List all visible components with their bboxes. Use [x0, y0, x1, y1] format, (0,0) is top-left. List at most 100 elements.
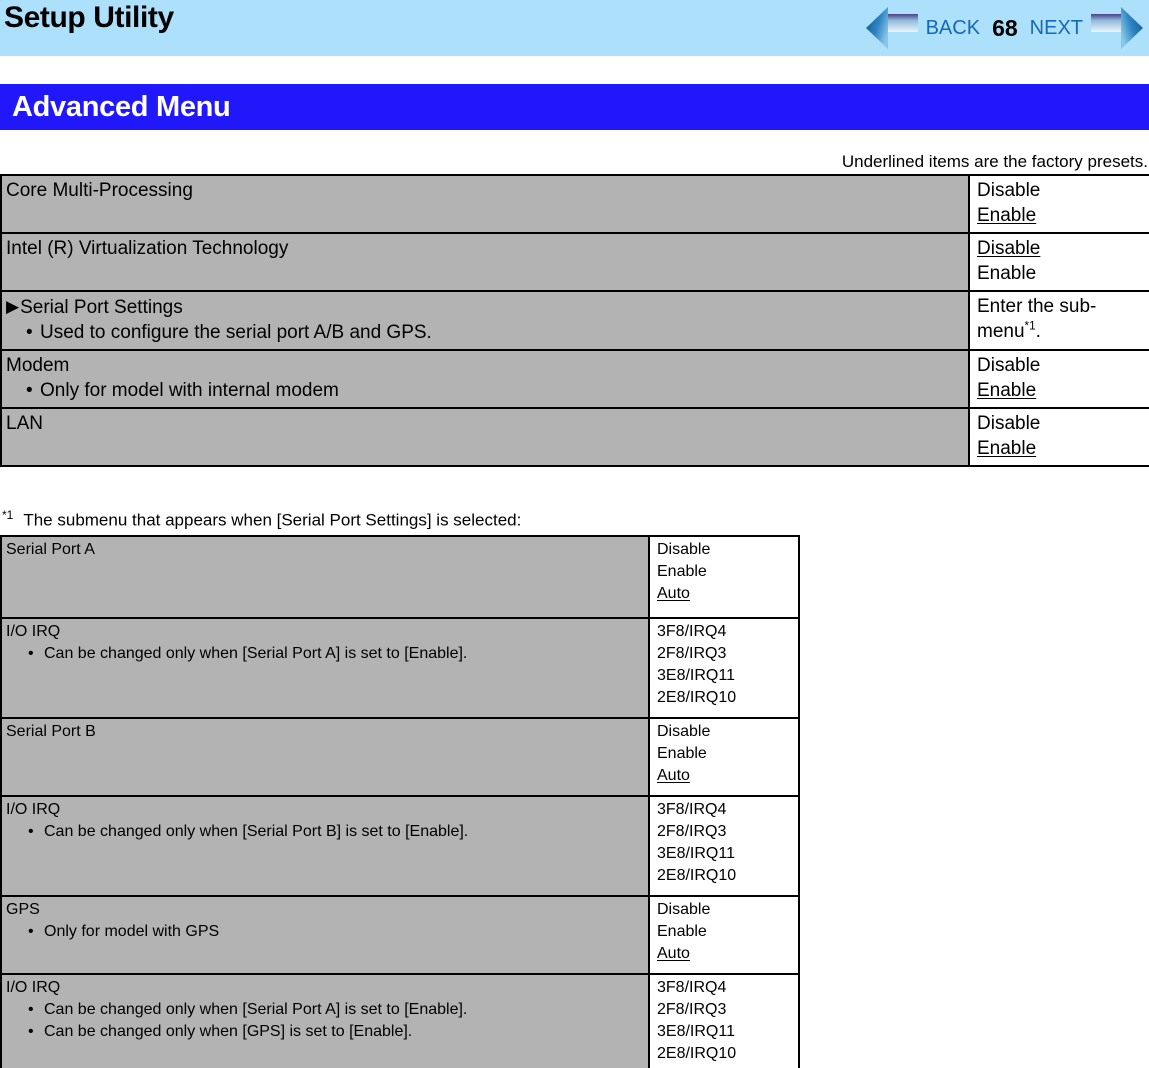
option-value[interactable]: 2E8/IRQ10 — [657, 687, 794, 709]
factory-preset-note: Underlined items are the factory presets… — [841, 152, 1148, 171]
page-navigation: BACK 68 NEXT — [864, 0, 1145, 56]
option-value[interactable]: 3E8/IRQ11 — [657, 1021, 794, 1043]
option-value[interactable]: 2F8/IRQ3 — [657, 643, 794, 665]
setting-name: Serial Port A — [6, 541, 95, 558]
setting-note-list: Only for model with GPS — [6, 921, 644, 943]
setting-note-list: Only for model with internal modem — [6, 378, 964, 403]
serial-port-submenu-table-body: Serial Port ADisableEnableAutoI/O IRQCan… — [0, 535, 800, 1068]
setting-note-item: Used to configure the serial port A/B an… — [6, 320, 964, 345]
section-title: Advanced Menu — [12, 90, 231, 123]
option-value-factory-preset[interactable]: Auto — [657, 583, 794, 605]
table-row: Intel (R) Virtualization Technology Disab… — [0, 232, 1149, 292]
option-value[interactable]: Enable — [977, 261, 1145, 286]
option-value[interactable]: 2F8/IRQ3 — [657, 821, 794, 843]
advanced-menu-table-body: Core Multi-Processing Disable Enable Intel … — [0, 174, 1149, 467]
setting-name-cell: Core Multi-Processing — [0, 174, 970, 234]
setting-options-cell: Disable Enable Auto — [648, 895, 800, 975]
option-value[interactable]: 3F8/IRQ4 — [657, 799, 794, 821]
option-value[interactable]: Disable — [657, 721, 794, 743]
option-value[interactable]: Enable — [657, 561, 794, 583]
setting-name-with-submenu-arrow: Serial Port Settings — [6, 294, 964, 320]
table-row: I/O IRQ Can be changed only when [Serial … — [0, 617, 800, 719]
submenu-footnote: *1 The submenu that appears when [Serial … — [2, 508, 521, 531]
setup-utility-page: Setup Utility BACK 68 NEXT Advanced Menu… — [0, 0, 1149, 1068]
setting-note-list: Can be changed only when [Serial Port A]… — [6, 999, 644, 1043]
option-value[interactable]: 3E8/IRQ11 — [657, 665, 794, 687]
setting-options-cell: 3F8/IRQ4 2F8/IRQ3 3E8/IRQ11 2E8/IRQ10 — [648, 617, 800, 719]
setting-name: I/O IRQ — [6, 979, 61, 996]
app-title: Setup Utility — [4, 1, 174, 34]
option-value-factory-preset[interactable]: Disable — [977, 236, 1145, 261]
setting-name-cell: Serial Port SettingsUsed to configure th… — [0, 290, 970, 351]
setting-name-cell: Intel (R) Virtualization Technology — [0, 232, 970, 292]
section-title-bar: Advanced Menu — [0, 84, 1149, 130]
setting-name: Modem — [6, 355, 70, 376]
setting-note-item: Can be changed only when [Serial Port B]… — [6, 821, 644, 843]
setting-note-list: Can be changed only when [Serial Port B]… — [6, 821, 644, 843]
table-row: Serial Port B Disable Enable Auto — [0, 717, 800, 797]
setting-options-cell: 3F8/IRQ4 2F8/IRQ3 3E8/IRQ11 2E8/IRQ10 — [648, 973, 800, 1068]
setting-options-cell: 3F8/IRQ4 2F8/IRQ3 3E8/IRQ11 2E8/IRQ10 — [648, 795, 800, 897]
setting-note-item: Only for model with internal modem — [6, 378, 964, 403]
setting-note-list: Used to configure the serial port A/B an… — [6, 320, 964, 345]
setting-name-cell: I/O IRQ Can be changed only when [Serial … — [0, 973, 650, 1068]
setting-name-cell: Serial Port B — [0, 717, 650, 797]
setting-name: I/O IRQ — [6, 801, 61, 818]
option-value[interactable]: 2E8/IRQ10 — [657, 865, 794, 887]
footnote-reference: *1 — [1024, 319, 1036, 333]
setting-options-cell: Disable Enable Auto — [648, 535, 800, 619]
setting-name-cell: I/O IRQ Can be changed only when [Serial … — [0, 617, 650, 719]
option-value[interactable]: Disable — [657, 539, 794, 561]
table-row: LAN Disable Enable — [0, 407, 1149, 467]
setting-note-item: Only for model with GPS — [6, 921, 644, 943]
setting-note-item: Can be changed only when [GPS] is set to… — [6, 1021, 644, 1043]
setting-options-cell: Disable Enable — [968, 349, 1149, 409]
next-button-label[interactable]: NEXT — [1024, 17, 1089, 40]
option-value[interactable]: 3F8/IRQ4 — [657, 621, 794, 643]
option-value[interactable]: Disable — [977, 178, 1145, 203]
option-value[interactable]: 3E8/IRQ11 — [657, 843, 794, 865]
setting-name-cell: GPS Only for model with GPS — [0, 895, 650, 975]
table-row: ModemOnly for model with internal modemD… — [0, 349, 1149, 409]
setting-options-cell: Disable Enable — [968, 407, 1149, 467]
advanced-menu-table: Core Multi-Processing Disable Enable Intel … — [0, 174, 1149, 467]
option-value-factory-preset[interactable]: Enable — [977, 378, 1145, 403]
option-value-factory-preset[interactable]: Auto — [657, 943, 794, 965]
setting-name-cell: Serial Port A — [0, 535, 650, 619]
table-row: GPSOnly for model with GPSDisableEnableA… — [0, 895, 800, 975]
arrow-right-icon[interactable] — [1089, 5, 1145, 51]
option-value[interactable]: 3F8/IRQ4 — [657, 977, 794, 999]
setting-name: GPS — [6, 901, 40, 918]
setting-name-cell: I/O IRQ Can be changed only when [Serial … — [0, 795, 650, 897]
serial-port-submenu-table: Serial Port ADisableEnableAutoI/O IRQCan… — [0, 535, 800, 1068]
setting-name: Core Multi-Processing — [6, 180, 193, 201]
option-value[interactable]: Disable — [657, 899, 794, 921]
back-button-label[interactable]: BACK — [920, 17, 986, 40]
setting-options-cell: Disable Enable — [968, 232, 1149, 292]
option-value-factory-preset[interactable]: Enable — [977, 203, 1145, 228]
table-row: Serial Port A Disable Enable Auto — [0, 535, 800, 619]
option-value[interactable]: 2F8/IRQ3 — [657, 999, 794, 1021]
option-value[interactable]: Enter the sub-menu*1. — [977, 294, 1145, 344]
option-value[interactable]: Disable — [977, 411, 1145, 436]
option-value[interactable]: Disable — [977, 353, 1145, 378]
setting-name: LAN — [6, 413, 43, 434]
option-value[interactable]: 2E8/IRQ10 — [657, 1043, 794, 1065]
setting-options-cell: Enter the sub-menu*1. — [968, 290, 1149, 351]
setting-name-cell: ModemOnly for model with internal modem — [0, 349, 970, 409]
option-value-factory-preset[interactable]: Auto — [657, 765, 794, 787]
table-row: I/O IRQ Can be changed only when [Serial … — [0, 795, 800, 897]
footnote-marker: *1 — [2, 508, 14, 522]
setting-options-cell: Disable Enable Auto — [648, 717, 800, 797]
option-value[interactable]: Enable — [657, 743, 794, 765]
page-number: 68 — [992, 14, 1018, 41]
arrow-left-icon[interactable] — [864, 5, 920, 51]
setting-note-list: Can be changed only when [Serial Port A]… — [6, 643, 644, 665]
setting-name: Serial Port B — [6, 723, 96, 740]
setting-options-cell: Disable Enable — [968, 174, 1149, 234]
setting-name-cell: LAN — [0, 407, 970, 467]
table-row: I/O IRQ Can be changed only when [Serial … — [0, 973, 800, 1068]
option-value[interactable]: Enable — [657, 921, 794, 943]
setting-name: I/O IRQ — [6, 623, 61, 640]
option-value-factory-preset[interactable]: Enable — [977, 436, 1145, 461]
